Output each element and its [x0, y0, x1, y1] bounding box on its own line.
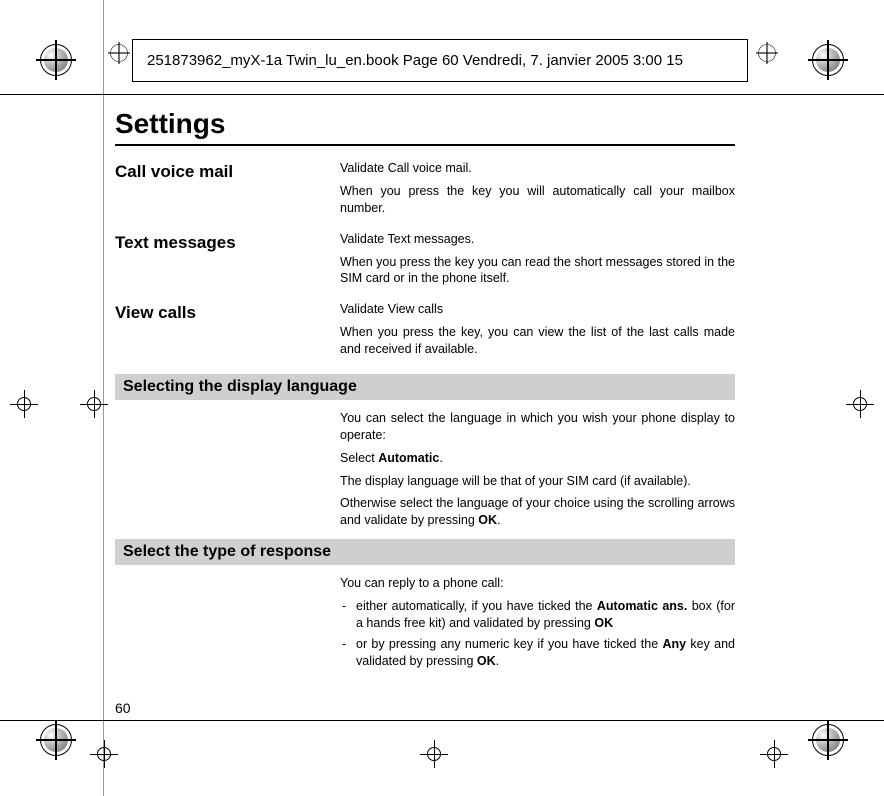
section-heading-response-type: Select the type of response [115, 539, 735, 565]
registration-mark-icon [36, 720, 76, 760]
item-text-messages: Text messages Validate Text messages. Wh… [115, 231, 735, 294]
item-line: Validate View calls [340, 301, 735, 318]
text-bold: Automatic ans. [597, 599, 688, 613]
item-line: When you press the key you can read the … [340, 254, 735, 288]
paragraph: You can select the language in which you… [340, 410, 735, 444]
item-line: Validate Call voice mail. [340, 160, 735, 177]
registration-mark-small-icon [108, 42, 130, 64]
item-line: Validate Text messages. [340, 231, 735, 248]
top-rule [0, 94, 884, 95]
section-heading-display-language: Selecting the display language [115, 374, 735, 400]
item-line: When you press the key, you can view the… [340, 324, 735, 358]
page-body: Settings Call voice mail Validate Call v… [115, 108, 735, 674]
text: either automatically, if you have ticked… [356, 599, 597, 613]
text-bold: Automatic [378, 451, 439, 465]
item-call-voice-mail: Call voice mail Validate Call voice mail… [115, 160, 735, 223]
title-rule [115, 144, 735, 146]
header-meta-box: 251873962_myX-1a Twin_lu_en.book Page 60… [132, 39, 748, 82]
page-title: Settings [115, 108, 735, 140]
registration-mark-icon [808, 40, 848, 80]
item-label: View calls [115, 301, 340, 364]
footer-rule [0, 720, 884, 721]
text-bold: OK [477, 654, 496, 668]
text: . [439, 451, 442, 465]
section-body-response-type: You can reply to a phone call: either au… [340, 575, 735, 669]
paragraph: The display language will be that of you… [340, 473, 735, 490]
item-view-calls: View calls Validate View calls When you … [115, 301, 735, 364]
item-text: Validate Call voice mail. When you press… [340, 160, 735, 223]
registration-mark-small-icon [756, 42, 778, 64]
left-margin-rule [103, 0, 104, 796]
item-label: Call voice mail [115, 160, 340, 223]
text-bold: Any [662, 637, 686, 651]
bullet-list: either automatically, if you have ticked… [340, 598, 735, 670]
text: or by pressing any numeric key if you ha… [356, 637, 662, 651]
section-body-display-language: You can select the language in which you… [340, 410, 735, 529]
page-number: 60 [115, 700, 131, 716]
registration-mark-icon [36, 40, 76, 80]
list-item: either automatically, if you have ticked… [340, 598, 735, 632]
item-text: Validate Text messages. When you press t… [340, 231, 735, 294]
text: Select [340, 451, 378, 465]
text: . [496, 654, 499, 668]
item-line: When you press the key you will automati… [340, 183, 735, 217]
item-label: Text messages [115, 231, 340, 294]
text-bold: OK [594, 616, 613, 630]
list-item: or by pressing any numeric key if you ha… [340, 636, 735, 670]
text: . [497, 513, 500, 527]
registration-mark-icon [808, 720, 848, 760]
paragraph: You can reply to a phone call: [340, 575, 735, 592]
text: Otherwise select the language of your ch… [340, 496, 735, 527]
paragraph: Select Automatic. [340, 450, 735, 467]
item-text: Validate View calls When you press the k… [340, 301, 735, 364]
header-meta-text: 251873962_myX-1a Twin_lu_en.book Page 60… [147, 52, 683, 69]
text-bold: OK [478, 513, 497, 527]
paragraph: Otherwise select the language of your ch… [340, 495, 735, 529]
